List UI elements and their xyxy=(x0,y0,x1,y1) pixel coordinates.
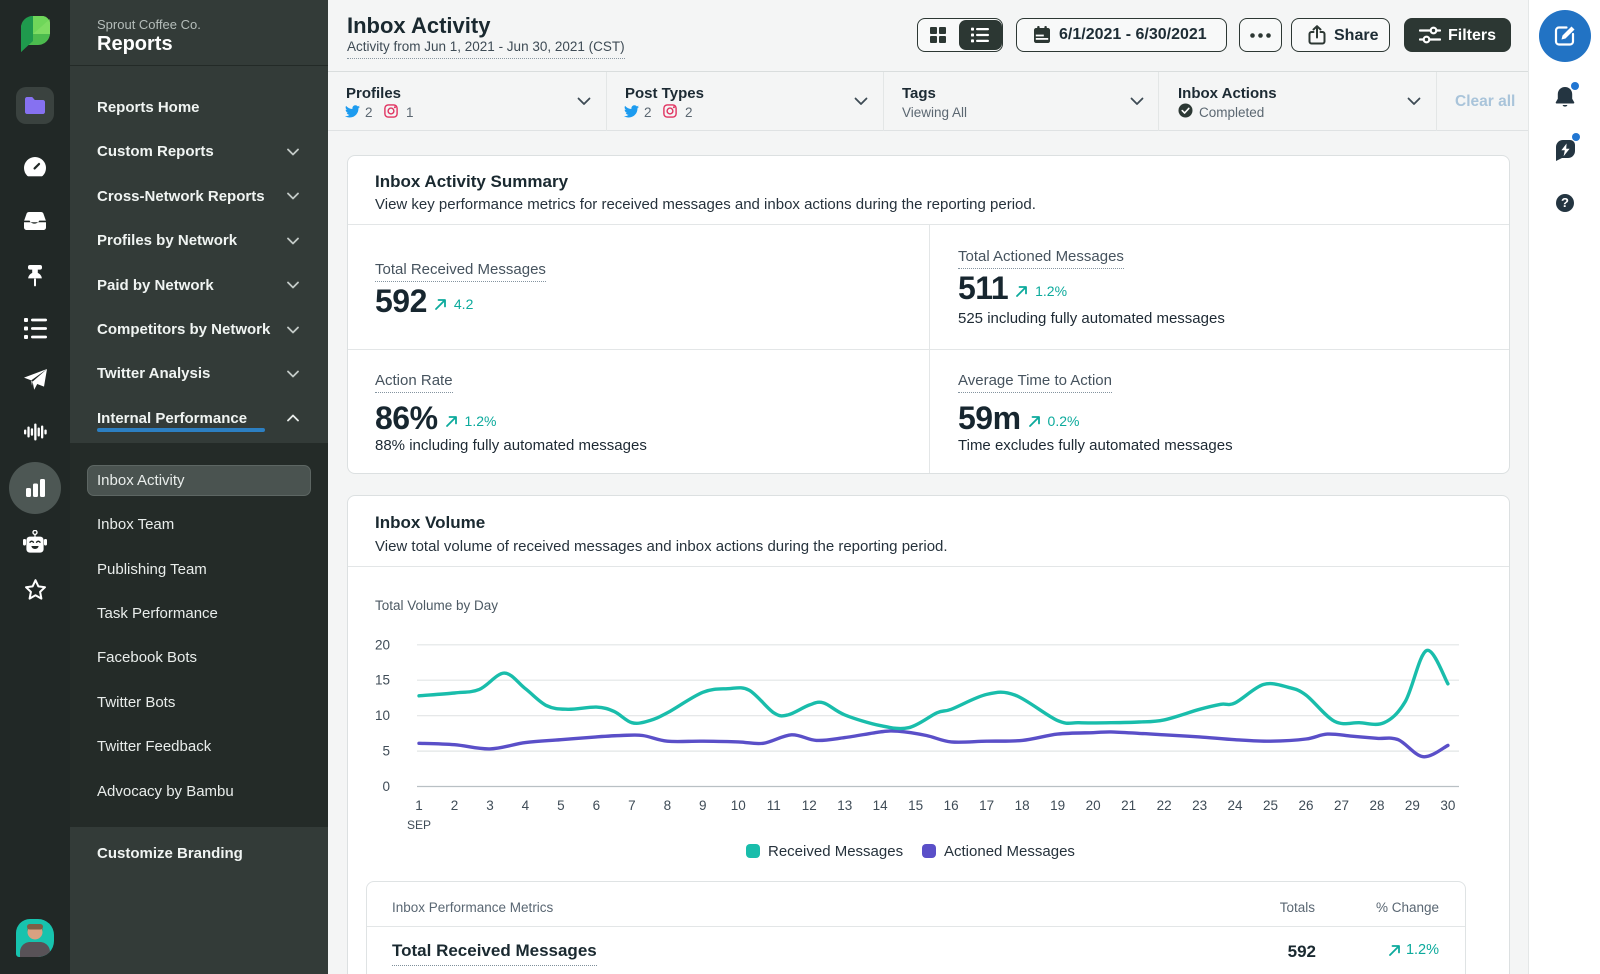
svg-text:21: 21 xyxy=(1121,798,1136,813)
svg-text:25: 25 xyxy=(1263,798,1278,813)
svg-text:8: 8 xyxy=(664,798,672,813)
svg-text:30: 30 xyxy=(1440,798,1455,813)
svg-text:16: 16 xyxy=(944,798,959,813)
svg-text:19: 19 xyxy=(1050,798,1065,813)
svg-text:23: 23 xyxy=(1192,798,1207,813)
svg-text:20: 20 xyxy=(375,637,390,652)
svg-text:15: 15 xyxy=(908,798,923,813)
svg-text:11: 11 xyxy=(767,798,781,813)
svg-text:6: 6 xyxy=(593,798,601,813)
svg-text:14: 14 xyxy=(873,798,889,813)
svg-text:27: 27 xyxy=(1334,798,1349,813)
svg-text:15: 15 xyxy=(375,673,390,688)
svg-text:9: 9 xyxy=(699,798,707,813)
svg-text:13: 13 xyxy=(837,798,852,813)
svg-text:28: 28 xyxy=(1369,798,1384,813)
svg-text:17: 17 xyxy=(979,798,994,813)
svg-text:10: 10 xyxy=(375,708,390,723)
svg-text:0: 0 xyxy=(382,779,390,794)
svg-text:2: 2 xyxy=(451,798,459,813)
svg-text:29: 29 xyxy=(1405,798,1420,813)
svg-text:3: 3 xyxy=(486,798,494,813)
svg-text:5: 5 xyxy=(557,798,565,813)
svg-text:12: 12 xyxy=(802,798,817,813)
svg-text:4: 4 xyxy=(522,798,530,813)
svg-text:1: 1 xyxy=(415,798,423,813)
svg-text:20: 20 xyxy=(1086,798,1101,813)
svg-text:7: 7 xyxy=(628,798,636,813)
svg-text:24: 24 xyxy=(1227,798,1243,813)
svg-text:5: 5 xyxy=(382,744,390,759)
svg-text:22: 22 xyxy=(1157,798,1172,813)
svg-text:26: 26 xyxy=(1298,798,1313,813)
svg-text:SEP: SEP xyxy=(407,818,431,832)
svg-text:18: 18 xyxy=(1015,798,1030,813)
svg-text:10: 10 xyxy=(731,798,746,813)
